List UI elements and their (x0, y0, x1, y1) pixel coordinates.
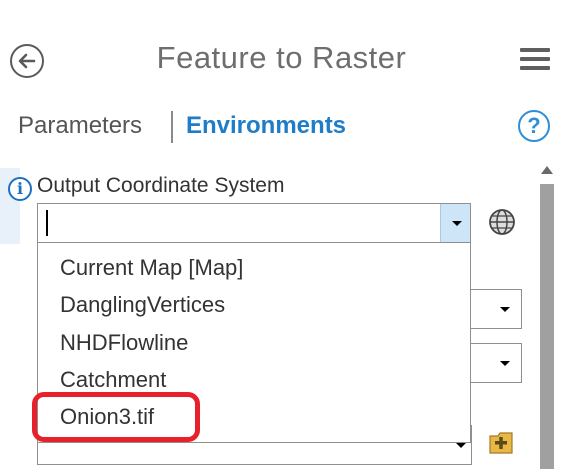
scroll-up-arrow-icon[interactable] (541, 166, 553, 174)
help-icon[interactable]: ? (518, 110, 550, 142)
dropdown-arrow-button[interactable] (440, 204, 470, 242)
list-item[interactable]: DanglingVertices (60, 292, 225, 318)
info-icon[interactable]: i (8, 177, 32, 201)
page-title: Feature to Raster (156, 40, 407, 75)
highlight-annotation (32, 392, 200, 442)
globe-icon[interactable] (487, 207, 517, 237)
add-data-icon[interactable] (487, 428, 515, 456)
tab-environments[interactable]: Environments (186, 112, 346, 140)
tab-parameters[interactable]: Parameters (18, 112, 142, 140)
output-coordinate-system-combo[interactable] (37, 203, 471, 243)
hidden-dropdown-arrow[interactable] (470, 343, 522, 383)
tab-divider (171, 111, 173, 143)
output-coordinate-system-label: Output Coordinate System (37, 174, 285, 197)
scrollbar-thumb[interactable] (540, 184, 554, 469)
text-cursor (46, 210, 48, 236)
list-item[interactable]: Current Map [Map] (60, 255, 243, 281)
hamburger-menu-icon[interactable] (520, 48, 550, 74)
list-item[interactable]: NHDFlowline (60, 330, 188, 356)
list-item[interactable]: Catchment (60, 367, 166, 393)
hidden-dropdown-arrow[interactable] (470, 289, 522, 329)
